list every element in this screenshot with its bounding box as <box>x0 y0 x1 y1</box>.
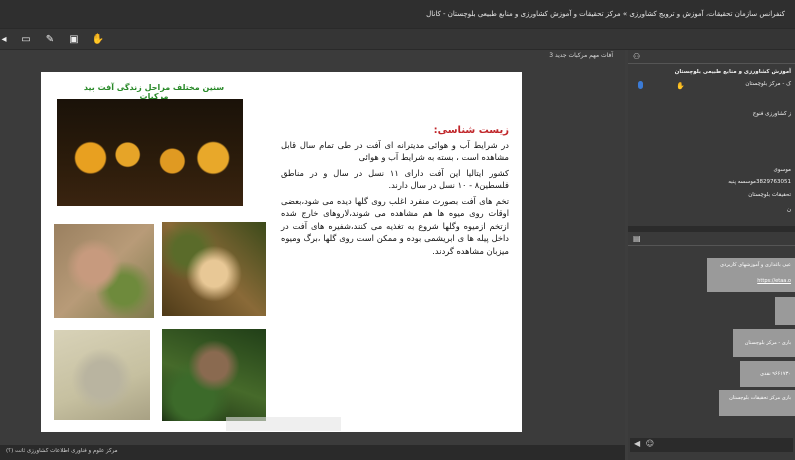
users-panel: ⚇ آموزش کشاورزی و منابع طبیعی بلوچستان ✋… <box>628 50 795 226</box>
hand-icon[interactable]: ✋ <box>91 33 105 47</box>
chat-icon: ▤ <box>628 232 795 246</box>
fruit-damage-photo <box>54 224 154 318</box>
presentation-stage: آفات مهم مرکبات جدید 3 سنین مختلف مراحل … <box>0 50 625 445</box>
user-org[interactable]: آموزش کشاورزی و منابع طبیعی بلوچستان <box>675 69 791 75</box>
pen-icon[interactable]: ✎ <box>43 33 57 47</box>
chat-message: بازی مرکز تحقیقات بلوچستان <box>719 390 795 416</box>
chat-message <box>775 297 795 325</box>
presentation-name: آفات مهم مرکبات جدید 3 <box>549 52 613 59</box>
chat-panel: ▤ عیی باغداری و آموزشهای کاربردی https:/… <box>628 232 795 460</box>
chat-message-text: عیی باغداری و آموزشهای کاربردی <box>720 262 791 268</box>
moth-photo <box>54 330 150 420</box>
microphone-icon <box>638 81 643 89</box>
chat-message: عیی باغداری و آموزشهای کاربردی https://e… <box>707 258 795 292</box>
user-item[interactable]: ز کشاورزی فنوج <box>753 111 791 117</box>
user-item[interactable]: 3829763051موسسه پنبه <box>728 179 791 185</box>
slide-controls[interactable] <box>226 417 341 431</box>
flower-damage-photo <box>162 222 266 316</box>
emoji-icon[interactable]: ☺ <box>646 439 654 448</box>
send-icon[interactable]: ◀ <box>634 439 640 448</box>
users-icon: ⚇ <box>628 50 795 64</box>
play-icon[interactable]: ▣ <box>67 33 81 47</box>
user-item[interactable]: ک - مرکز بلوچستان <box>745 81 791 87</box>
presentation-toolbar: ◂ ▭ ✎ ▣ ✋ <box>0 28 795 50</box>
user-item[interactable]: تحقیقات بلوچستان <box>748 192 791 198</box>
raise-hand-icon: ✋ <box>676 82 685 90</box>
slide-paragraph-3: تخم های آفت بصورت منفرد اغلب روی گلها دی… <box>281 195 509 256</box>
sidebar: ⚇ آموزش کشاورزی و منابع طبیعی بلوچستان ✋… <box>628 50 795 460</box>
chat-input[interactable]: ◀ ☺ <box>630 438 793 452</box>
slide-paragraph-2: کشور ایتالیا این آفت دارای ۱۱ نسل در سال… <box>281 167 509 191</box>
slide-paragraph-1: در شرایط آب و هوائی مدیترانه ای آفت در ط… <box>281 139 509 163</box>
cocoon-photo <box>162 329 266 421</box>
user-item[interactable]: موسوی <box>773 167 791 173</box>
slide: سنین مختلف مراحل زندگی آفت بید مرکبات زی… <box>41 72 522 432</box>
pupae-photo <box>57 99 243 206</box>
status-bar: مرکز علوم و فناوری اطلاعات کشاورزی ثانت … <box>0 445 625 460</box>
slide-text: زیست شناسی: در شرایط آب و هوائی مدیترانه… <box>281 125 509 260</box>
slide-heading: زیست شناسی: <box>433 125 509 136</box>
window-title: کنفرانس سازمان تحقیقات، آموزش و ترویج کش… <box>0 0 795 28</box>
user-item[interactable]: ن <box>787 207 791 213</box>
share-icon[interactable]: ◂ <box>0 33 11 47</box>
chat-message: باری - مرکز بلوچستان <box>733 329 795 357</box>
chat-message: ۹۶۶۱۷۳۰ نقدی <box>740 361 795 387</box>
screen-icon[interactable]: ▭ <box>19 33 33 47</box>
chat-link[interactable]: https://etaa.o <box>711 277 791 285</box>
